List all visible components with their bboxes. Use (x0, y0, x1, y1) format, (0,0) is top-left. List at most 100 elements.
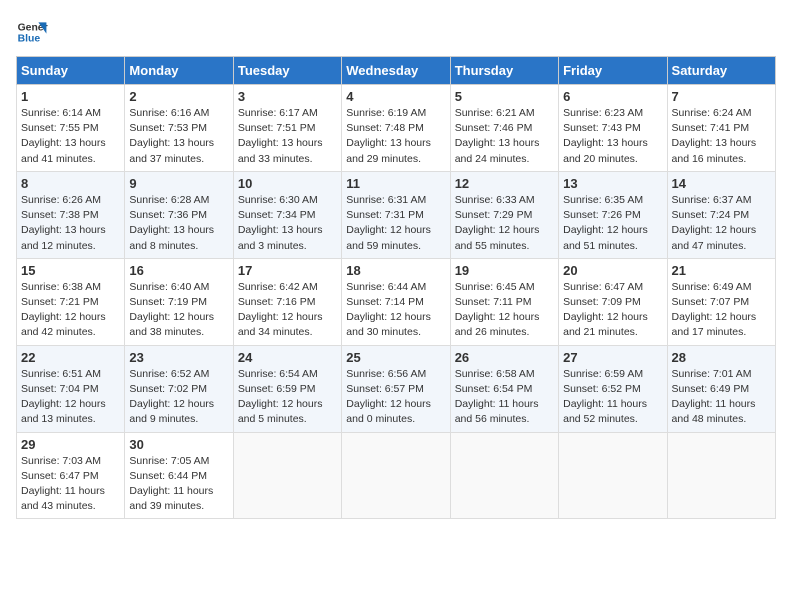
sunset-text: Sunset: 7:02 PM (129, 383, 207, 395)
sunrise-text: Sunrise: 6:24 AM (672, 107, 752, 119)
table-row: 20 Sunrise: 6:47 AM Sunset: 7:09 PM Dayligh… (559, 258, 667, 345)
daylight-text: Daylight: 11 hours and 48 minutes. (672, 398, 756, 425)
day-number: 16 (129, 263, 228, 278)
day-number: 20 (563, 263, 662, 278)
daylight-text: Daylight: 12 hours and 34 minutes. (238, 311, 323, 338)
sunrise-text: Sunrise: 6:58 AM (455, 368, 535, 380)
day-info: Sunrise: 7:05 AMSunset: 6:44 PMDaylight:… (129, 454, 228, 515)
day-number: 24 (238, 350, 337, 365)
sunrise-text: Sunrise: 7:05 AM (129, 455, 209, 467)
day-info: Sunrise: 6:26 AMSunset: 7:38 PMDaylight:… (21, 193, 120, 254)
table-row: 19Sunrise: 6:45 AMSunset: 7:11 PMDayligh… (450, 258, 558, 345)
sunset-text: Sunset: 7:09 PM (563, 296, 641, 308)
table-row: 12Sunrise: 6:33 AMSunset: 7:29 PMDayligh… (450, 171, 558, 258)
sunset-text: Sunset: 6:54 PM (455, 383, 533, 395)
day-header-saturday: Saturday (667, 57, 775, 85)
table-row: 18Sunrise: 6:44 AMSunset: 7:14 PMDayligh… (342, 258, 450, 345)
day-number: 26 (455, 350, 554, 365)
daylight-text: Daylight: 12 hours and 42 minutes. (21, 311, 106, 338)
sunset-text: Sunset: 7:11 PM (455, 296, 532, 308)
svg-text:Blue: Blue (18, 34, 41, 45)
day-info: Sunrise: 6:33 AMSunset: 7:29 PMDaylight:… (455, 193, 554, 254)
sunset-text: Sunset: 7:19 PM (129, 296, 207, 308)
day-number: 17 (238, 263, 337, 278)
sunset-text: Sunset: 7:43 PM (563, 122, 641, 134)
sunset-text: Sunset: 7:29 PM (455, 209, 533, 221)
table-row: 27Sunrise: 6:59 AMSunset: 6:52 PMDayligh… (559, 345, 667, 432)
day-info: Sunrise: 6:21 AM Sunset: 7:46 PM Daylight:… (455, 106, 554, 167)
day-info: Sunrise: 6:19 AMSunset: 7:48 PMDaylight:… (346, 106, 445, 167)
day-info: Sunrise: 6:58 AMSunset: 6:54 PMDaylight:… (455, 367, 554, 428)
table-row: 1Sunrise: 6:14 AMSunset: 7:55 PMDaylight… (17, 85, 125, 172)
day-number: 18 (346, 263, 445, 278)
daylight-text: Daylight: 12 hours and 26 minutes. (455, 311, 540, 338)
table-row: 23Sunrise: 6:52 AMSunset: 7:02 PMDayligh… (125, 345, 233, 432)
daylight-text: Daylight: 13 hours and 3 minutes. (238, 224, 323, 251)
day-info: Sunrise: 6:37 AMSunset: 7:24 PMDaylight:… (672, 193, 771, 254)
sunset-text: Sunset: 6:44 PM (129, 470, 207, 482)
daylight-text: Daylight: 13 hours and 24 minutes. (455, 137, 540, 164)
sunset-text: Sunset: 7:07 PM (672, 296, 750, 308)
table-row: 21 Sunrise: 6:49 AMSunset: 7:07 PMDayligh… (667, 258, 775, 345)
table-row: 16Sunrise: 6:40 AMSunset: 7:19 PMDayligh… (125, 258, 233, 345)
sunset-text: Sunset: 7:55 PM (21, 122, 99, 134)
day-number: 28 (672, 350, 771, 365)
sunrise-text: Sunrise: 6:16 AM (129, 107, 209, 119)
sunrise-text: Sunrise: 6:21 AM (455, 107, 535, 119)
day-number: 6 (563, 89, 662, 104)
day-number: 2 (129, 89, 228, 104)
day-number: 30 (129, 437, 228, 452)
daylight-text: Daylight: 13 hours and 16 minutes. (672, 137, 757, 164)
sunset-text: Sunset: 7:14 PM (346, 296, 424, 308)
header: General Blue (16, 16, 776, 48)
day-number: 3 (238, 89, 337, 104)
table-row: 24Sunrise: 6:54 AMSunset: 6:59 PMDayligh… (233, 345, 341, 432)
sunset-text: Sunset: 7:51 PM (238, 122, 316, 134)
day-info: Sunrise: 6:51 AMSunset: 7:04 PMDaylight:… (21, 367, 120, 428)
sunset-text: Sunset: 7:31 PM (346, 209, 424, 221)
sunset-text: Sunset: 6:49 PM (672, 383, 750, 395)
daylight-text: Daylight: 12 hours and 55 minutes. (455, 224, 540, 251)
sunset-text: Sunset: 7:46 PM (455, 122, 533, 134)
table-row: 14Sunrise: 6:37 AMSunset: 7:24 PMDayligh… (667, 171, 775, 258)
table-row: 3 Sunrise: 6:17 AMSunset: 7:51 PMDaylight… (233, 85, 341, 172)
day-info: Sunrise: 6:17 AMSunset: 7:51 PMDaylight:… (238, 106, 337, 167)
table-row: 4Sunrise: 6:19 AMSunset: 7:48 PMDaylight… (342, 85, 450, 172)
calendar-week-row: 22Sunrise: 6:51 AMSunset: 7:04 PMDayligh… (17, 345, 776, 432)
day-number: 25 (346, 350, 445, 365)
sunset-text: Sunset: 7:34 PM (238, 209, 316, 221)
sunrise-text: Sunrise: 6:52 AM (129, 368, 209, 380)
day-number: 10 (238, 176, 337, 191)
sunset-text: Sunset: 6:57 PM (346, 383, 424, 395)
day-info: Sunrise: 7:03 AMSunset: 6:47 PMDaylight:… (21, 454, 120, 515)
daylight-text: Daylight: 13 hours and 37 minutes. (129, 137, 214, 164)
day-info: Sunrise: 6:47 AM Sunset: 7:09 PM Daylight:… (563, 280, 662, 341)
day-header-friday: Friday (559, 57, 667, 85)
day-number: 21 (672, 263, 771, 278)
daylight-text: Daylight: 13 hours and 12 minutes. (21, 224, 106, 251)
table-row (450, 432, 558, 519)
table-row: 2Sunrise: 6:16 AMSunset: 7:53 PMDaylight… (125, 85, 233, 172)
daylight-text: Daylight: 13 hours and 33 minutes. (238, 137, 323, 164)
daylight-text: Daylight: 12 hours and 21 minutes. (563, 311, 648, 338)
day-info: Sunrise: 6:35 AMSunset: 7:26 PMDaylight:… (563, 193, 662, 254)
sunrise-text: Sunrise: 6:19 AM (346, 107, 426, 119)
day-info: Sunrise: 6:59 AMSunset: 6:52 PMDaylight:… (563, 367, 662, 428)
daylight-text: Daylight: 12 hours and 17 minutes. (672, 311, 757, 338)
sunset-text: Sunset: 7:04 PM (21, 383, 99, 395)
logo: General Blue (16, 16, 52, 48)
sunrise-text: Sunrise: 6:26 AM (21, 194, 101, 206)
sunset-text: Sunset: 7:41 PM (672, 122, 750, 134)
day-number: 19 (455, 263, 554, 278)
table-row: 10 Sunrise: 6:30 AMSunset: 7:34 PMDayligh… (233, 171, 341, 258)
table-row: 25Sunrise: 6:56 AMSunset: 6:57 PMDayligh… (342, 345, 450, 432)
day-info: Sunrise: 6:52 AMSunset: 7:02 PMDaylight:… (129, 367, 228, 428)
day-info: Sunrise: 6:30 AMSunset: 7:34 PMDaylight:… (238, 193, 337, 254)
sunrise-text: Sunrise: 6:37 AM (672, 194, 752, 206)
table-row: 15Sunrise: 6:38 AMSunset: 7:21 PMDayligh… (17, 258, 125, 345)
sunrise-text: Sunrise: 6:31 AM (346, 194, 426, 206)
daylight-text: Daylight: 11 hours and 43 minutes. (21, 485, 105, 512)
day-info: Sunrise: 6:49 AMSunset: 7:07 PMDaylight:… (672, 280, 771, 341)
sunrise-text: Sunrise: 6:47 AM (563, 281, 643, 293)
table-row: 9Sunrise: 6:28 AMSunset: 7:36 PMDaylight… (125, 171, 233, 258)
